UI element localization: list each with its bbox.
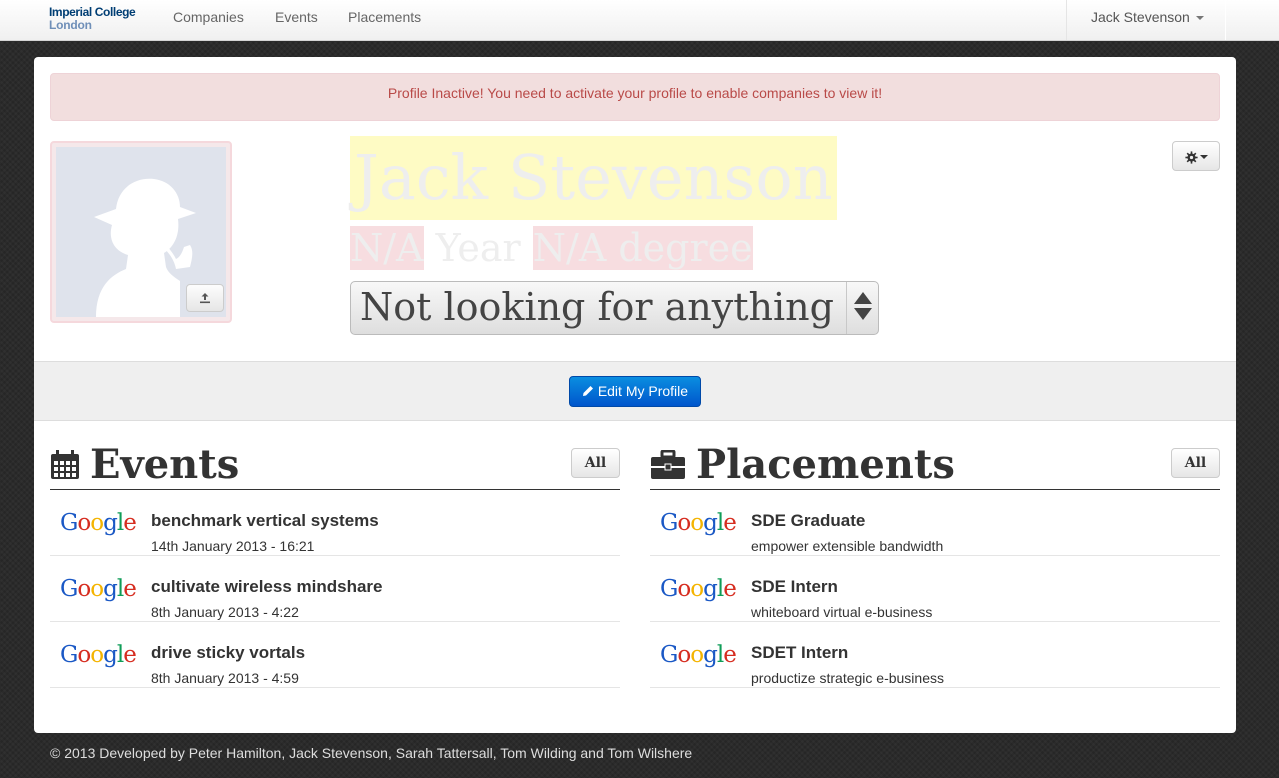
caret-down-icon: [1199, 155, 1208, 160]
avatar: [56, 147, 226, 317]
user-menu-name: Jack Stevenson: [1091, 9, 1190, 25]
placement-item[interactable]: Google SDE Graduate empower extensible b…: [650, 490, 1220, 556]
company-logo: Google: [660, 510, 737, 536]
year-value: N/A: [350, 226, 424, 270]
top-navbar: Imperial College London Companies Events…: [0, 0, 1279, 41]
profile-action-bar: Edit My Profile: [34, 361, 1236, 421]
placements-section: Placements All Google SDE Graduate empow…: [650, 441, 1220, 688]
company-logo: Google: [660, 576, 737, 602]
profile-card: Profile Inactive! You need to activate y…: [34, 57, 1236, 733]
placement-description: empower extensible bandwidth: [751, 538, 944, 554]
event-title[interactable]: drive sticky vortals: [151, 643, 305, 663]
placement-title[interactable]: SDET Intern: [751, 643, 848, 663]
placements-all-button[interactable]: All: [1171, 448, 1220, 478]
event-title[interactable]: benchmark vertical systems: [151, 511, 379, 531]
placement-description: whiteboard virtual e-business: [751, 604, 933, 620]
nav-placements[interactable]: Placements: [348, 9, 421, 25]
event-item[interactable]: Google drive sticky vortals 8th January …: [50, 622, 620, 688]
event-date: 14th January 2013 - 16:21: [151, 538, 315, 554]
events-header: Events All: [50, 441, 620, 490]
company-logo: Google: [60, 510, 137, 536]
brand-logo[interactable]: Imperial College London: [49, 6, 136, 32]
placement-title[interactable]: SDE Intern: [751, 577, 838, 597]
events-section: Events All Google benchmark vertical sys…: [50, 441, 620, 688]
upload-photo-button[interactable]: [186, 284, 224, 312]
placements-header: Placements All: [650, 441, 1220, 490]
company-logo: Google: [60, 642, 137, 668]
looking-for-select[interactable]: Not looking for anything: [350, 281, 879, 335]
edit-profile-label: Edit My Profile: [597, 383, 689, 399]
degree-value: N/A degree: [532, 226, 753, 270]
events-title: Events: [90, 441, 240, 488]
avatar-frame: [50, 141, 232, 323]
profile-inactive-alert: Profile Inactive! You need to activate y…: [50, 73, 1220, 121]
profile-subline: N/A Year N/A degree: [350, 224, 753, 272]
profile-name: Jack Stevenson: [350, 136, 837, 220]
gear-icon: [1184, 151, 1198, 164]
company-logo: Google: [60, 576, 137, 602]
event-title[interactable]: cultivate wireless mindshare: [151, 577, 383, 597]
calendar-icon: [51, 450, 79, 479]
nav-events[interactable]: Events: [275, 9, 318, 25]
briefcase-icon: [651, 450, 685, 479]
event-date: 8th January 2013 - 4:22: [151, 604, 299, 620]
placement-title[interactable]: SDE Graduate: [751, 511, 865, 531]
company-logo: Google: [660, 642, 737, 668]
event-date: 8th January 2013 - 4:59: [151, 670, 299, 686]
edit-profile-button[interactable]: Edit My Profile: [569, 376, 701, 407]
looking-for-value: Not looking for anything: [360, 285, 834, 329]
placement-description: productize strategic e-business: [751, 670, 944, 686]
event-item[interactable]: Google benchmark vertical systems 14th J…: [50, 490, 620, 556]
footer-credits: © 2013 Developed by Peter Hamilton, Jack…: [50, 745, 693, 761]
year-label: Year: [435, 226, 521, 270]
pencil-icon: [582, 386, 593, 396]
placement-item[interactable]: Google SDET Intern productize strategic …: [650, 622, 1220, 688]
select-arrows-icon: [846, 282, 878, 334]
placements-title: Placements: [696, 441, 955, 488]
event-item[interactable]: Google cultivate wireless mindshare 8th …: [50, 556, 620, 622]
user-menu-dropdown[interactable]: Jack Stevenson: [1066, 0, 1226, 40]
caret-down-icon: [1195, 16, 1204, 21]
upload-icon: [200, 292, 210, 303]
events-all-button[interactable]: All: [571, 448, 620, 478]
settings-dropdown-button[interactable]: [1172, 141, 1220, 171]
nav-companies[interactable]: Companies: [173, 9, 244, 25]
brand-line-2: London: [49, 18, 92, 32]
placement-item[interactable]: Google SDE Intern whiteboard virtual e-b…: [650, 556, 1220, 622]
